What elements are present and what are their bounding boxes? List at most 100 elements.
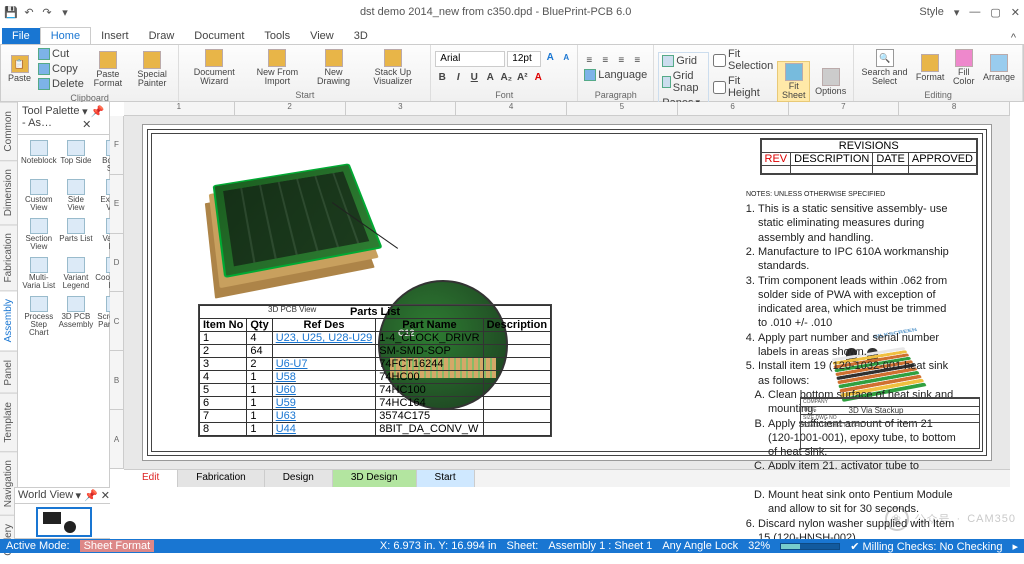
options-button[interactable]: Options	[812, 67, 849, 97]
qat-save-icon[interactable]: 💾	[4, 5, 18, 19]
ruler-h-mark: 6	[678, 102, 789, 115]
sheet-tab-start[interactable]: Start	[417, 470, 475, 487]
align-justify-icon[interactable]: ≡	[630, 53, 644, 67]
doc-wizard-button[interactable]: Document Wizard	[183, 48, 245, 87]
tool-section-view[interactable]: Section View	[21, 216, 57, 253]
window-title: dst demo 2014_new from c350.dpd - BluePr…	[72, 6, 919, 18]
qat-undo-icon[interactable]: ↶	[22, 5, 36, 19]
font-size-combo[interactable]: 12pt	[507, 51, 541, 67]
parts-list-table: Parts ListItem NoQtyRef DesPart NameDesc…	[198, 304, 552, 437]
superscript-button[interactable]: A²	[515, 71, 529, 85]
ruler-v-mark: E	[110, 175, 123, 234]
stackup-visualizer-button[interactable]: Stack Up Visualizer	[359, 48, 426, 87]
align-right-icon[interactable]: ≡	[614, 53, 628, 67]
tool-3d-pcb-assembly[interactable]: 3D PCB Assembly	[59, 294, 94, 339]
status-overflow-icon[interactable]: ▸	[1012, 540, 1018, 553]
status-zoom-slider[interactable]	[780, 543, 840, 550]
ruler-h-mark: 1	[124, 102, 235, 115]
sidetab-assembly[interactable]: Assembly	[0, 290, 17, 350]
tool-process-step-chart[interactable]: Process Step Chart	[21, 294, 57, 339]
fit-height-check[interactable]	[713, 81, 726, 94]
tool-side-view[interactable]: Side View	[59, 177, 94, 214]
tool-noteblock[interactable]: Noteblock	[21, 138, 57, 175]
palette-title: Tool Palette - As…	[22, 105, 82, 131]
chevron-down-icon: ▾	[954, 6, 960, 19]
strike-button[interactable]: A	[483, 71, 497, 85]
tab-view[interactable]: View	[300, 28, 344, 44]
sidetab-dimension[interactable]: Dimension	[0, 160, 17, 224]
worldview-close-icon[interactable]: ▾ 📌 ✕	[75, 489, 110, 502]
sheet-tab-3d-design[interactable]: 3D Design	[333, 470, 417, 487]
tool-parts-list[interactable]: Parts List	[59, 216, 94, 253]
status-sheet-value[interactable]: Assembly 1 : Sheet 1	[548, 540, 652, 552]
maximize-button[interactable]: ▢	[990, 6, 1000, 19]
sheet-tab-design[interactable]: Design	[265, 470, 333, 487]
fit-height-button[interactable]: Fit Height	[711, 74, 775, 100]
tab-3d[interactable]: 3D	[344, 28, 378, 44]
cut-button[interactable]: Cut	[36, 47, 86, 61]
shrink-font-icon[interactable]: A	[559, 51, 573, 65]
qat-redo-icon[interactable]: ↷	[40, 5, 54, 19]
revisions-block: REVISIONS REVDESCRIPTIONDATEAPPROVED	[760, 138, 978, 175]
status-coords: X: 6.973 in. Y: 16.994 in	[380, 540, 497, 552]
group-font-label: Font	[431, 90, 577, 101]
tab-insert[interactable]: Insert	[91, 28, 139, 44]
sidetab-template[interactable]: Template	[0, 393, 17, 451]
fit-selection-check[interactable]	[713, 54, 726, 67]
style-dropdown[interactable]: Style	[919, 6, 943, 19]
align-left-icon[interactable]: ≡	[582, 53, 596, 67]
italic-button[interactable]: I	[451, 71, 465, 85]
status-angle-lock[interactable]: Any Angle Lock	[662, 540, 738, 552]
paste-format-button[interactable]: Paste Format	[88, 50, 128, 89]
worldview-minimap[interactable]	[36, 507, 92, 537]
grow-font-icon[interactable]: A	[543, 51, 557, 65]
ribbon-collapse-icon[interactable]: ^	[1011, 32, 1016, 44]
search-select-button[interactable]: 🔍Search and Select	[858, 48, 911, 87]
sidetab-fabrication[interactable]: Fabrication	[0, 224, 17, 290]
tab-draw[interactable]: Draw	[139, 28, 185, 44]
watermark: ❀ 公众号·CAM350	[885, 507, 1016, 531]
tab-document[interactable]: Document	[184, 28, 254, 44]
status-milling[interactable]: ✔ Milling Checks: No Checking	[850, 540, 1002, 553]
fit-sheet-button[interactable]: Fit Sheet	[777, 61, 810, 102]
align-center-icon[interactable]: ≡	[598, 53, 612, 67]
sidetab-common[interactable]: Common	[0, 102, 17, 160]
format-button[interactable]: Format	[913, 53, 948, 83]
grid-snap-toggle[interactable]: Grid Snap	[660, 69, 707, 95]
paste-button[interactable]: 📋Paste	[5, 54, 34, 84]
sidetab-panel[interactable]: Panel	[0, 351, 17, 394]
palette-pin-icon[interactable]: ▾ 📌 ✕	[82, 105, 105, 131]
minimize-button[interactable]: —	[969, 6, 980, 19]
fit-selection-button[interactable]: Fit Selection	[711, 47, 775, 73]
font-color-button[interactable]: A	[531, 71, 545, 85]
subscript-button[interactable]: A₂	[499, 71, 513, 85]
fill-color-button[interactable]: Fill Color	[949, 48, 978, 87]
qat-more-icon[interactable]: ▾	[58, 5, 72, 19]
status-zoom[interactable]: 32%	[748, 540, 770, 552]
bold-button[interactable]: B	[435, 71, 449, 85]
new-from-import-button[interactable]: New From Import	[247, 48, 307, 87]
tool-custom-view[interactable]: Custom View	[21, 177, 57, 214]
arrange-button[interactable]: Arrange	[980, 53, 1018, 83]
language-button[interactable]: Language	[582, 68, 649, 82]
tab-file[interactable]: File	[2, 28, 40, 44]
group-paragraph-label: Paragraph	[578, 90, 653, 101]
new-drawing-button[interactable]: New Drawing	[310, 48, 358, 87]
tab-tools[interactable]: Tools	[254, 28, 300, 44]
ruler-h-mark: 5	[567, 102, 678, 115]
tool-top-side[interactable]: Top Side	[59, 138, 94, 175]
close-button[interactable]: ✕	[1011, 6, 1020, 19]
tool-variant-legend[interactable]: Variant Legend	[59, 255, 94, 292]
delete-button[interactable]: Delete	[36, 77, 86, 91]
sheet-tab-fabrication[interactable]: Fabrication	[178, 470, 264, 487]
special-painter-button[interactable]: Special Painter	[130, 50, 174, 89]
tool-multi-varia-list[interactable]: Multi-Varia List	[21, 255, 57, 292]
font-family-combo[interactable]: Arial	[435, 51, 505, 67]
title-block: COMPANYTITLESIZE DWG NOSCALE 1:1 SHEET 1…	[800, 397, 980, 449]
sheet-tab-edit[interactable]: Edit	[124, 470, 178, 487]
grid-toggle[interactable]: Grid	[660, 54, 707, 68]
copy-button[interactable]: Copy	[36, 62, 86, 76]
underline-button[interactable]: U	[467, 71, 481, 85]
tab-home[interactable]: Home	[40, 27, 91, 44]
group-start-label: Start	[179, 90, 430, 101]
